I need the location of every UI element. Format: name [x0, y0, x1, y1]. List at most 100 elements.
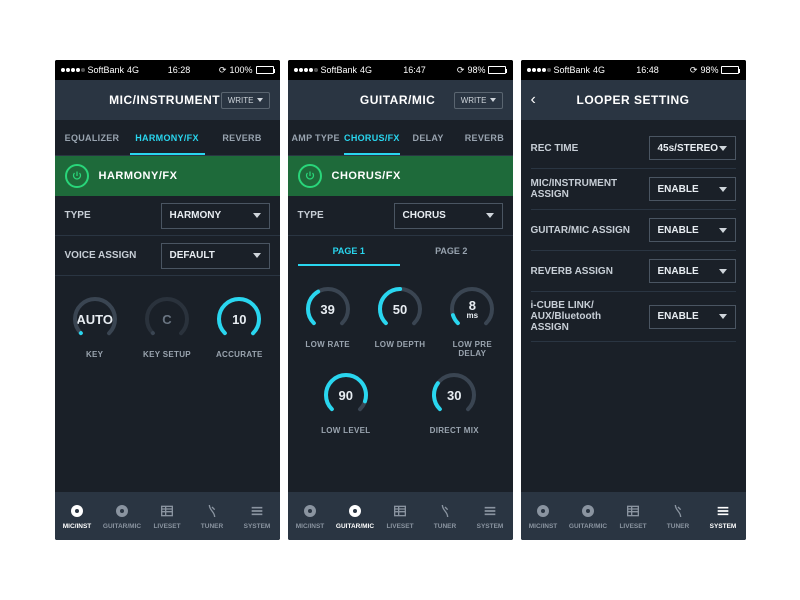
subtab-page-1[interactable]: PAGE 1	[298, 236, 401, 266]
nav-item-guitar-mic[interactable]: GUITAR/MIC	[566, 492, 611, 540]
tab-delay[interactable]: DELAY	[400, 120, 456, 155]
network-label: 4G	[127, 65, 139, 75]
param-type-row: TYPE HARMONY	[55, 196, 280, 236]
nav-label: GUITAR/MIC	[336, 523, 374, 530]
battery-icon	[256, 66, 274, 74]
setting-select[interactable]: ENABLE	[649, 218, 736, 242]
nav-item-system[interactable]: SYSTEM	[235, 492, 280, 540]
nav-item-liveset[interactable]: LIVESET	[145, 492, 190, 540]
nav-label: MIC/INST	[63, 523, 92, 530]
setting-select[interactable]: ENABLE	[649, 305, 736, 329]
param-type-row: TYPE CHORUS	[288, 196, 513, 236]
system-icon	[714, 502, 732, 520]
bottom-nav: MIC/INSTGUITAR/MIC LIVESET TUNER SYSTEM	[288, 492, 513, 540]
nav-item-system[interactable]: SYSTEM	[701, 492, 746, 540]
page-title: LOOPER SETTING	[551, 93, 716, 107]
tab-reverb[interactable]: REVERB	[456, 120, 512, 155]
carrier-label: SoftBank	[321, 65, 358, 75]
battery-pct: 100%	[229, 65, 252, 75]
write-button[interactable]: WRITE	[454, 92, 503, 109]
nav-label: SYSTEM	[244, 523, 271, 530]
carrier-label: SoftBank	[88, 65, 125, 75]
tab-reverb[interactable]: REVERB	[205, 120, 280, 155]
nav-item-liveset[interactable]: LIVESET	[378, 492, 423, 540]
dial-caption: ACCURATE	[216, 350, 263, 359]
tab-amp-type[interactable]: AMP TYPE	[288, 120, 344, 155]
nav-label: TUNER	[434, 523, 456, 530]
mic-inst-icon	[301, 502, 319, 520]
clock: 16:48	[636, 65, 659, 75]
nav-bar: MIC/INSTRUMENT WRITE	[55, 80, 280, 120]
nav-item-liveset[interactable]: LIVESET	[611, 492, 656, 540]
dial-low-pre-delay[interactable]: 8msLOW PRE DELAY	[440, 284, 504, 358]
guitar-mic-icon	[113, 502, 131, 520]
nav-item-system[interactable]: SYSTEM	[468, 492, 513, 540]
dial-caption: LOW DEPTH	[375, 340, 426, 349]
setting-select[interactable]: ENABLE	[649, 259, 736, 283]
network-label: 4G	[360, 65, 372, 75]
nav-item-mic-inst[interactable]: MIC/INST	[288, 492, 333, 540]
chevron-down-icon	[253, 213, 261, 218]
nav-item-mic-inst[interactable]: MIC/INST	[55, 492, 100, 540]
nav-item-tuner[interactable]: TUNER	[656, 492, 701, 540]
phone-screen-1: SoftBank 4G 16:28 ⟳ 100% MIC/INSTRUMENT …	[55, 60, 280, 540]
tab-equalizer[interactable]: EQUALIZER	[55, 120, 130, 155]
liveset-icon	[158, 502, 176, 520]
fx-header: CHORUS/FX	[288, 156, 513, 196]
top-tabs: AMP TYPE CHORUS/FX DELAY REVERB	[288, 120, 513, 156]
mic-inst-icon	[534, 502, 552, 520]
dial-key-setup[interactable]: CKEY SETUP	[135, 294, 199, 359]
nav-item-mic-inst[interactable]: MIC/INST	[521, 492, 566, 540]
power-button[interactable]	[298, 164, 322, 188]
nav-bar: GUITAR/MIC WRITE	[288, 80, 513, 120]
nav-label: LIVESET	[619, 523, 646, 530]
subtab-page-2[interactable]: PAGE 2	[400, 236, 503, 266]
nav-label: SYSTEM	[477, 523, 504, 530]
chevron-down-icon	[253, 253, 261, 258]
tab-chorus-fx[interactable]: CHORUS/FX	[344, 120, 400, 155]
write-button[interactable]: WRITE	[221, 92, 270, 109]
setting-row: REC TIME45s/STEREO	[531, 128, 736, 169]
battery-pct: 98%	[467, 65, 485, 75]
system-icon	[248, 502, 266, 520]
setting-select[interactable]: ENABLE	[649, 177, 736, 201]
type-select[interactable]: CHORUS	[394, 203, 503, 229]
dial-accurate[interactable]: 10ACCURATE	[207, 294, 271, 359]
dial-direct-mix[interactable]: 30DIRECT MIX	[422, 370, 486, 435]
nav-item-guitar-mic[interactable]: GUITAR/MIC	[333, 492, 378, 540]
battery-icon	[721, 66, 739, 74]
dial-caption: KEY	[86, 350, 103, 359]
nav-label: TUNER	[667, 523, 689, 530]
dial-caption: LOW LEVEL	[321, 426, 370, 435]
nav-item-tuner[interactable]: TUNER	[190, 492, 235, 540]
dial-low-rate[interactable]: 39LOW RATE	[296, 284, 360, 358]
chevron-down-icon	[719, 228, 727, 233]
fx-title: CHORUS/FX	[332, 170, 401, 182]
mic-inst-icon	[68, 502, 86, 520]
back-button[interactable]: ‹	[531, 91, 551, 109]
status-bar: SoftBank 4G 16:28 ⟳ 100%	[55, 60, 280, 80]
nav-item-tuner[interactable]: TUNER	[423, 492, 468, 540]
nav-label: GUITAR/MIC	[569, 523, 607, 530]
nav-item-guitar-mic[interactable]: GUITAR/MIC	[100, 492, 145, 540]
tuner-icon	[669, 502, 687, 520]
type-select[interactable]: HARMONY	[161, 203, 270, 229]
setting-label: REVERB ASSIGN	[531, 266, 641, 277]
tab-harmony-fx[interactable]: HARMONY/FX	[130, 120, 205, 155]
param-label: TYPE	[65, 210, 151, 221]
voice-assign-select[interactable]: DEFAULT	[161, 243, 270, 269]
dial-low-depth[interactable]: 50LOW DEPTH	[368, 284, 432, 358]
tuner-icon	[436, 502, 454, 520]
nav-label: SYSTEM	[710, 523, 737, 530]
dial-caption: LOW RATE	[305, 340, 349, 349]
power-button[interactable]	[65, 164, 89, 188]
dial-low-level[interactable]: 90LOW LEVEL	[314, 370, 378, 435]
param-label: VOICE ASSIGN	[65, 250, 151, 261]
carrier-label: SoftBank	[554, 65, 591, 75]
nav-label: TUNER	[201, 523, 223, 530]
dial-key[interactable]: AUTOKEY	[63, 294, 127, 359]
page-title: GUITAR/MIC	[342, 93, 454, 107]
nav-label: LIVESET	[386, 523, 413, 530]
setting-select[interactable]: 45s/STEREO	[649, 136, 736, 160]
fx-header: HARMONY/FX	[55, 156, 280, 196]
